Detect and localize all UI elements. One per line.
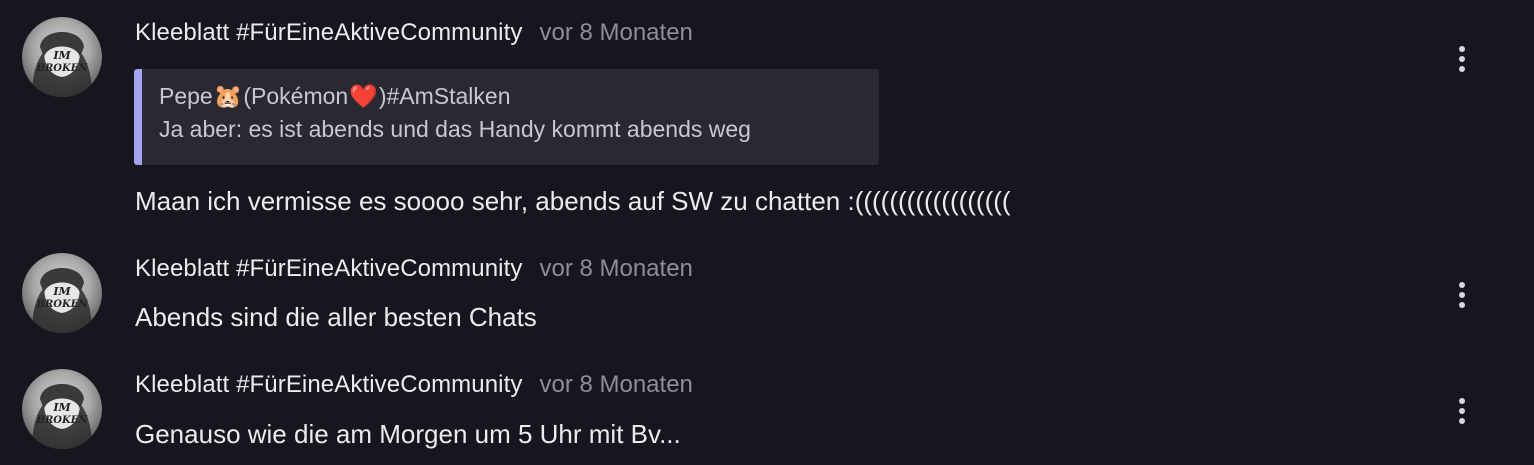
quote-author: Pepe 🐹 (Pokémon ❤️ )#AmStalken xyxy=(159,81,879,111)
timestamp: vor 8 Monaten xyxy=(539,255,693,282)
user-avatar[interactable]: IM BROKEN xyxy=(22,17,102,97)
heart-emoji: ❤️ xyxy=(349,82,378,109)
quote-author-suffix: )#AmStalken xyxy=(378,82,511,109)
svg-text:BROKEN: BROKEN xyxy=(36,63,89,74)
anime-avatar-icon: IM BROKEN xyxy=(32,32,92,97)
quoted-message[interactable]: Pepe 🐹 (Pokémon ❤️ )#AmStalken Ja aber: … xyxy=(134,69,879,165)
author-name[interactable]: Kleeblatt #FürEineAktiveCommunity xyxy=(135,19,522,47)
hamster-emoji: 🐹 xyxy=(213,82,243,109)
kebab-menu-icon[interactable] xyxy=(1449,394,1475,428)
anime-avatar-icon: IM BROKEN xyxy=(32,384,92,449)
quote-author-name: Pepe xyxy=(159,82,213,109)
comment-text: Abends sind die aller besten Chats xyxy=(135,302,537,332)
author-name[interactable]: Kleeblatt #FürEineAktiveCommunity xyxy=(135,371,522,399)
comment-text: Genauso wie die am Morgen um 5 Uhr mit B… xyxy=(135,419,681,449)
kebab-menu-icon[interactable] xyxy=(1449,42,1475,76)
author-name[interactable]: Kleeblatt #FürEineAktiveCommunity xyxy=(135,255,522,283)
timestamp: vor 8 Monaten xyxy=(539,371,693,398)
timestamp: vor 8 Monaten xyxy=(539,19,693,46)
svg-text:BROKEN: BROKEN xyxy=(36,415,89,426)
anime-avatar-icon: IM BROKEN xyxy=(32,268,92,333)
user-avatar[interactable]: IM BROKEN xyxy=(22,369,102,449)
comment-meta: Kleeblatt #FürEineAktiveCommunity vor 8 … xyxy=(135,371,693,401)
comment-meta: Kleeblatt #FürEineAktiveCommunity vor 8 … xyxy=(135,19,693,49)
comment-meta: Kleeblatt #FürEineAktiveCommunity vor 8 … xyxy=(135,255,693,285)
quote-text: Ja aber: es ist abends und das Handy kom… xyxy=(159,116,751,142)
svg-text:BROKEN: BROKEN xyxy=(36,299,89,310)
svg-text:IM: IM xyxy=(52,401,71,414)
comment-feed: IM BROKEN Kleeblatt #FürEineAktiveCommun… xyxy=(0,0,1534,465)
kebab-menu-icon[interactable] xyxy=(1449,278,1475,312)
svg-text:IM: IM xyxy=(52,49,71,62)
quote-author-middle: (Pokémon xyxy=(243,82,349,109)
user-avatar[interactable]: IM BROKEN xyxy=(22,253,102,333)
svg-text:IM: IM xyxy=(52,285,71,298)
comment-text: Maan ich vermisse es soooo sehr, abends … xyxy=(135,186,1011,216)
